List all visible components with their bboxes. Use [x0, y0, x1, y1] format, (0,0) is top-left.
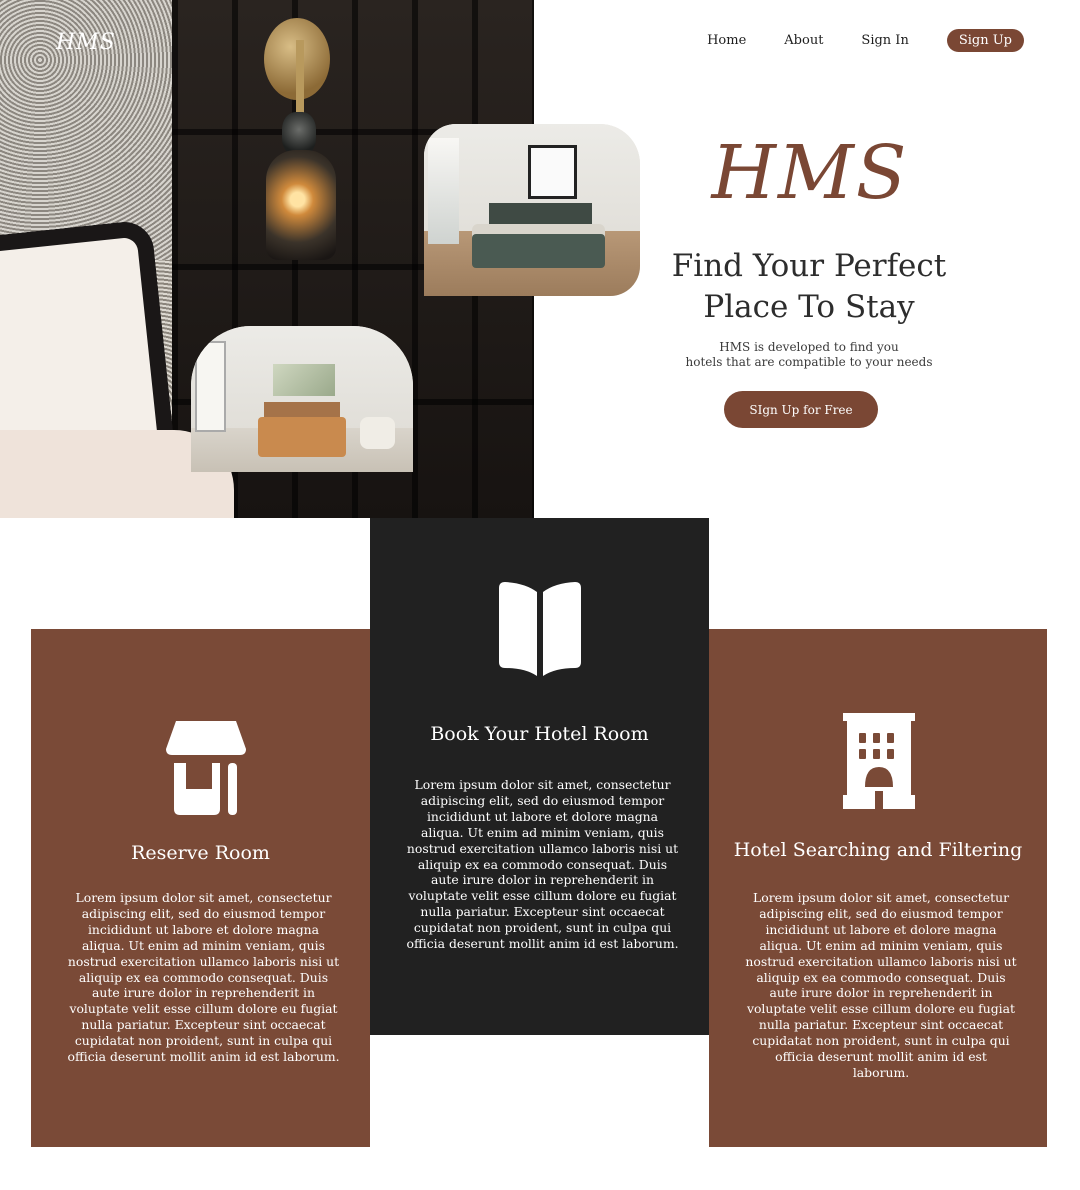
- card-title: Reserve Room: [131, 842, 270, 864]
- nav-about[interactable]: About: [784, 33, 823, 48]
- sign-up-free-button[interactable]: SIgn Up for Free: [724, 391, 878, 428]
- card-text: Lorem ipsum dolor sit amet, consectetur …: [67, 890, 340, 1065]
- card-text: Lorem ipsum dolor sit amet, consectetur …: [745, 890, 1017, 1080]
- card-title: Hotel Searching and Filtering: [733, 839, 1023, 861]
- room-photo-1: [424, 124, 640, 296]
- room-photo-2: [191, 326, 413, 472]
- nav-sign-in[interactable]: Sign In: [861, 33, 908, 48]
- pendant-lamp: [266, 150, 336, 260]
- card-text: Lorem ipsum dolor sit amet, consectetur …: [406, 777, 679, 952]
- feature-card-reserve-room: Reserve Room Lorem ipsum dolor sit amet,…: [31, 629, 370, 1147]
- lamp-arm: [296, 40, 304, 120]
- open-book-icon: [499, 582, 581, 676]
- hero-headline: Find Your Perfect Place To Stay: [671, 248, 947, 325]
- nav-home[interactable]: Home: [707, 33, 746, 48]
- nav-sign-up-button[interactable]: Sign Up: [946, 28, 1024, 52]
- tagline-line-2: hotels that are compatible to your needs: [685, 355, 933, 369]
- storefront-icon: [166, 721, 246, 815]
- top-nav: Home About Sign In Sign Up: [669, 28, 1024, 52]
- logo[interactable]: HMS: [56, 30, 116, 55]
- feature-card-book-room: Book Your Hotel Room Lorem ipsum dolor s…: [370, 518, 709, 1035]
- feature-card-hotel-search: Hotel Searching and Filtering Lorem ipsu…: [709, 629, 1047, 1147]
- hero-tagline: HMS is developed to find you hotels that…: [660, 340, 958, 370]
- brand-title: HMS: [711, 130, 909, 216]
- tagline-line-1: HMS is developed to find you: [719, 340, 899, 354]
- hotel-building-icon: [843, 713, 915, 811]
- card-title: Book Your Hotel Room: [430, 723, 649, 745]
